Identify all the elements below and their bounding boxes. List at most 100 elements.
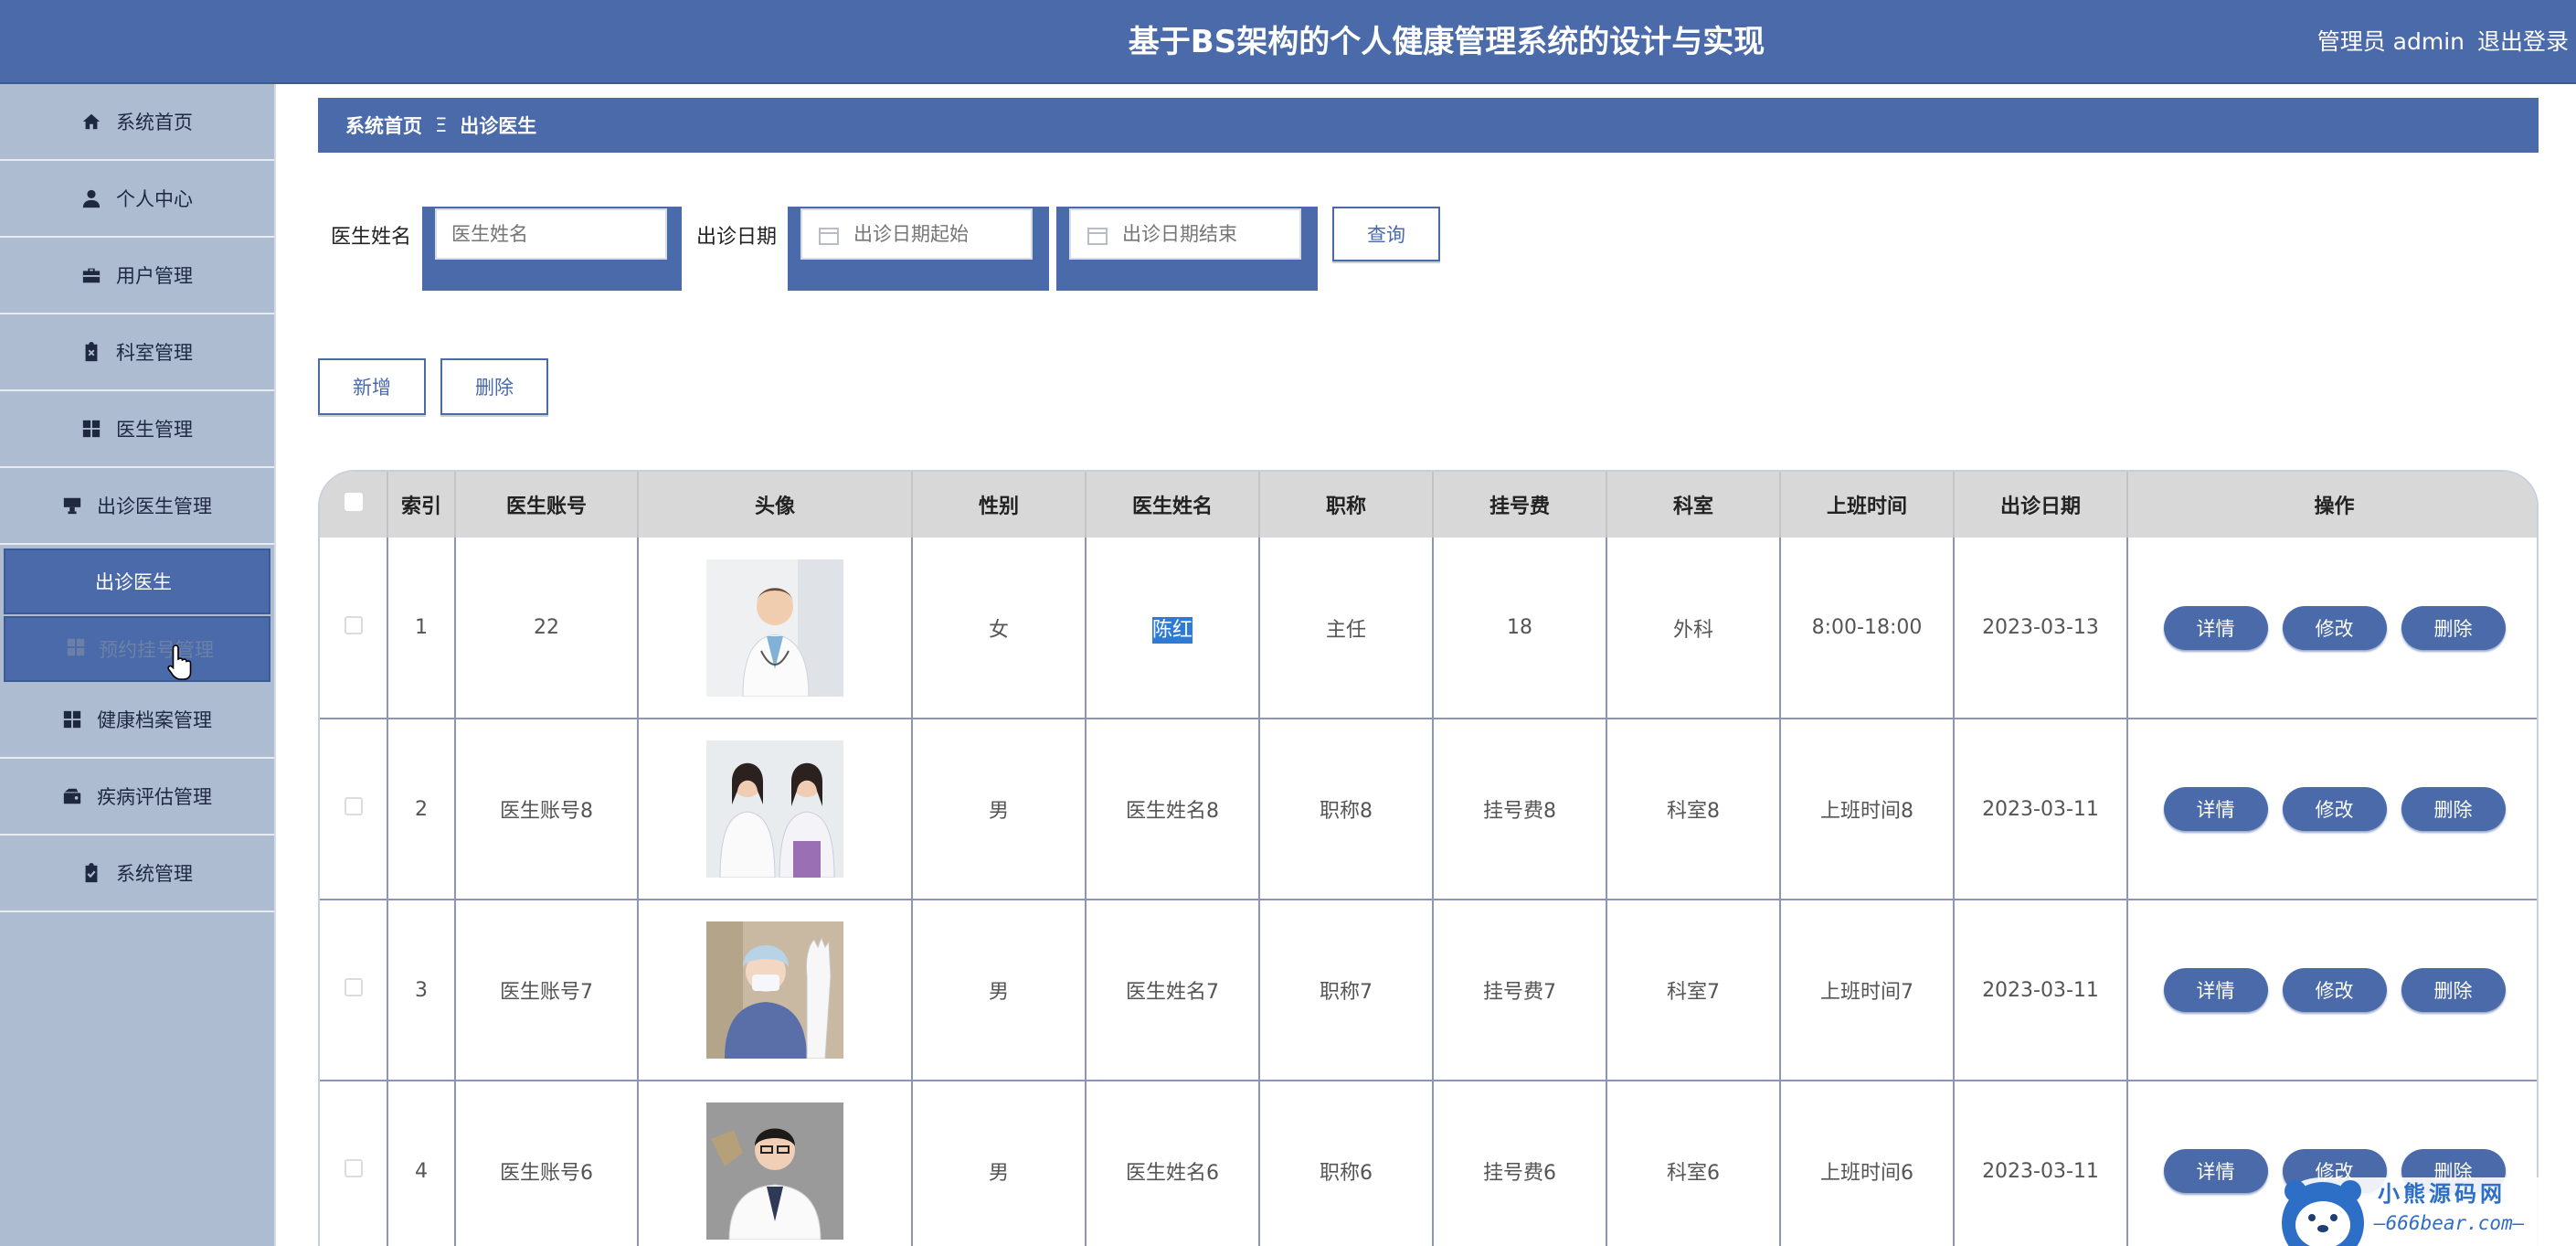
index-cell: 1 [387,538,456,719]
calendar-icon [819,228,839,245]
account-cell: 医生账号7 [455,900,639,1081]
sidebar-item-doctors[interactable]: 医生管理 [0,391,274,468]
row-checkbox[interactable] [344,978,363,996]
home-icon [81,112,101,132]
doctor-name-cell: 医生姓名6 [1086,1081,1260,1246]
logout-link[interactable]: 退出登录 [2477,0,2569,84]
operations-cell: 详情 修改 删除 [2127,900,2537,1081]
detail-button[interactable]: 详情 [2163,605,2268,650]
watermark-logo: 小熊源码网 —666bear.com— [2259,1159,2576,1246]
submenu-visiting-doctor[interactable]: 出诊医生 [4,548,270,614]
doctor-table-container: 索引 医生账号 头像 性别 医生姓名 职称 挂号费 科室 上班时间 出诊日期 操… [318,470,2539,1246]
visit-date-cell: 2023-03-11 [1954,900,2128,1081]
date-start-field-wrap [788,207,1049,291]
submenu-label: 预约挂号管理 [99,639,214,661]
column-header: 性别 [912,472,1087,538]
breadcrumb-current: 出诊医生 [460,115,537,137]
batch-delete-button[interactable]: 删除 [440,358,548,415]
row-checkbox[interactable] [344,615,363,634]
breadcrumb-home[interactable]: 系统首页 [345,112,422,139]
department-cell: 外科 [1606,538,1781,719]
column-header: 医生姓名 [1086,472,1260,538]
work-time-cell: 上班时间7 [1780,900,1955,1081]
fee-cell: 挂号费8 [1433,719,1607,900]
doctor-avatar-image [706,559,843,697]
work-time-cell: 上班时间6 [1780,1081,1955,1246]
row-select-cell [320,1081,388,1246]
doctor-name-input[interactable] [435,208,667,260]
edit-button[interactable]: 修改 [2282,787,2387,831]
account-cell: 医生账号8 [455,719,639,900]
user-label: 管理员 admin [2316,28,2465,55]
department-cell: 科室7 [1606,900,1781,1081]
sidebar-item-users[interactable]: 用户管理 [0,238,274,314]
sidebar-item-profile[interactable]: 个人中心 [0,161,274,238]
doctor-avatar-image [706,1102,843,1240]
sidebar-item-disease-assessment[interactable]: 疾病评估管理 [0,759,274,836]
department-cell: 科室8 [1606,719,1781,900]
sidebar-item-home[interactable]: 系统首页 [0,84,274,161]
title-cell: 职称6 [1259,1081,1434,1246]
sidebar-item-label: 科室管理 [116,342,193,364]
sidebar-item-departments[interactable]: 科室管理 [0,314,274,391]
edit-button[interactable]: 修改 [2282,968,2387,1012]
clipboard-check-icon [81,863,101,883]
title-cell: 主任 [1259,538,1434,719]
delete-button[interactable]: 删除 [2401,605,2506,650]
sidebar-item-label: 出诊医生管理 [97,495,212,517]
table-row: 2 医生账号8 男 医生姓名8 职称8 挂号费8 科室8 上班时间8 2023-… [320,719,2537,900]
column-header: 医生账号 [455,472,639,538]
sidebar-item-visiting-doctors[interactable]: 出诊医生管理 [0,468,274,545]
doctor-table: 索引 医生账号 头像 性别 医生姓名 职称 挂号费 科室 上班时间 出诊日期 操… [320,472,2537,1246]
delete-button[interactable]: 删除 [2401,787,2506,831]
column-header: 上班时间 [1780,472,1955,538]
app-title: 基于BS架构的个人健康管理系统的设计与实现 [1128,24,1765,60]
breadcrumb-separator: Ξ [435,114,448,136]
breadcrumb: 系统首页 Ξ 出诊医生 [318,98,2539,153]
visit-date-label: 出诊日期 [696,226,778,249]
sidebar-item-system[interactable]: 系统管理 [0,836,274,912]
detail-button[interactable]: 详情 [2163,787,2268,831]
gender-cell: 男 [912,1081,1087,1246]
submenu-appointment[interactable]: 预约挂号管理 [4,616,270,682]
column-header: 科室 [1606,472,1781,538]
detail-button[interactable]: 详情 [2163,1149,2268,1193]
doctor-avatar-image [706,921,843,1059]
column-header: 职称 [1259,472,1434,538]
table-header-row: 索引 医生账号 头像 性别 医生姓名 职称 挂号费 科室 上班时间 出诊日期 操… [320,472,2537,538]
sidebar-item-label: 系统管理 [116,863,193,885]
query-button[interactable]: 查询 [1332,207,1440,261]
user-area: 管理员 admin 退出登录 [2317,0,2569,84]
app-title-container: 基于BS架构的个人健康管理系统的设计与实现 [0,0,2576,84]
date-end-field-wrap [1056,207,1318,291]
delete-button[interactable]: 删除 [2401,968,2506,1012]
table-row: 1 22 女 陈红 主任 18 外科 8:00-18:00 2023-03-13… [320,538,2537,719]
row-select-cell [320,900,388,1081]
sidebar-item-label: 医生管理 [116,419,193,441]
edit-button[interactable]: 修改 [2282,605,2387,650]
avatar-cell [638,1081,913,1246]
monitor-icon [62,495,82,516]
avatar-cell [638,538,913,719]
clipboard-x-icon [81,342,101,362]
detail-button[interactable]: 详情 [2163,968,2268,1012]
add-button[interactable]: 新增 [318,358,426,415]
sidebar: 系统首页 个人中心 用户管理 科室管理 医生管理 出诊医生管理 出诊医生 预约挂… [0,84,276,1246]
column-header: 头像 [638,472,913,538]
doctor-name-cell: 医生姓名8 [1086,719,1260,900]
row-checkbox[interactable] [344,1159,363,1177]
doctor-avatar-image [706,740,843,878]
fee-cell: 挂号费6 [1433,1081,1607,1246]
department-cell: 科室6 [1606,1081,1781,1246]
grid-icon [81,419,101,439]
fee-cell: 挂号费7 [1433,900,1607,1081]
work-time-cell: 上班时间8 [1780,719,1955,900]
sidebar-item-health-records[interactable]: 健康档案管理 [0,682,274,759]
select-all-checkbox[interactable] [344,493,363,511]
column-header: 挂号费 [1433,472,1607,538]
title-cell: 职称8 [1259,719,1434,900]
row-checkbox[interactable] [344,797,363,815]
sidebar-item-label: 个人中心 [116,188,193,210]
doctor-name-cell: 陈红 [1086,538,1260,719]
account-cell: 医生账号6 [455,1081,639,1246]
